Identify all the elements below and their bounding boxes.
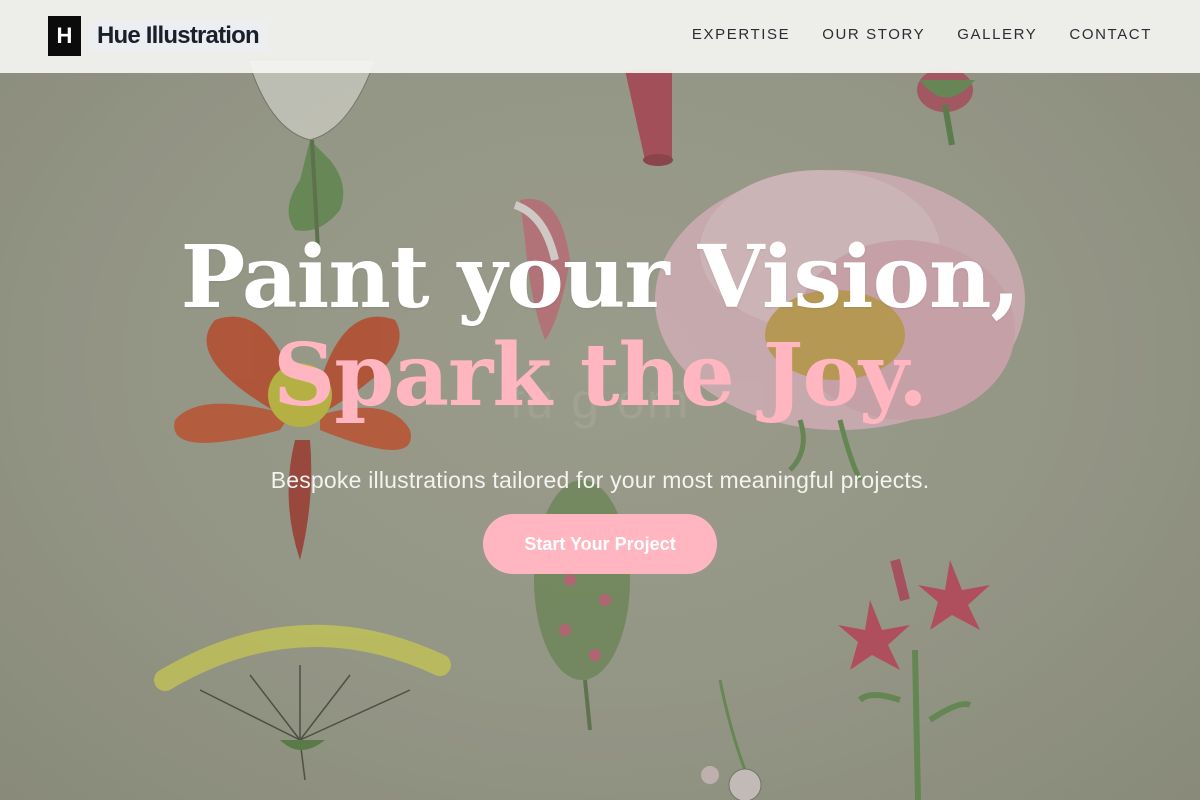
nav-link-our-story[interactable]: OUR STORY (822, 26, 925, 43)
site-header: H Hue Illustration EXPERTISE OUR STORY G… (0, 0, 1200, 73)
hero-subtitle: Bespoke illustrations tailored for your … (270, 467, 930, 493)
hero-title-line-2: Spark the Joy. (273, 325, 928, 426)
hero-title-line-1: Paint your Vision, (180, 227, 1021, 328)
main-nav: EXPERTISE OUR STORY GALLERY CONTACT (692, 26, 1152, 43)
nav-link-contact[interactable]: CONTACT (1069, 26, 1152, 43)
brand-logo[interactable]: H Hue Illustration (48, 16, 267, 56)
nav-link-expertise[interactable]: EXPERTISE (692, 26, 790, 43)
start-project-button[interactable]: Start Your Project (483, 514, 717, 574)
brand-name: Hue Illustration (89, 20, 267, 52)
nav-link-gallery[interactable]: GALLERY (957, 26, 1037, 43)
brand-mark: H (48, 16, 81, 56)
